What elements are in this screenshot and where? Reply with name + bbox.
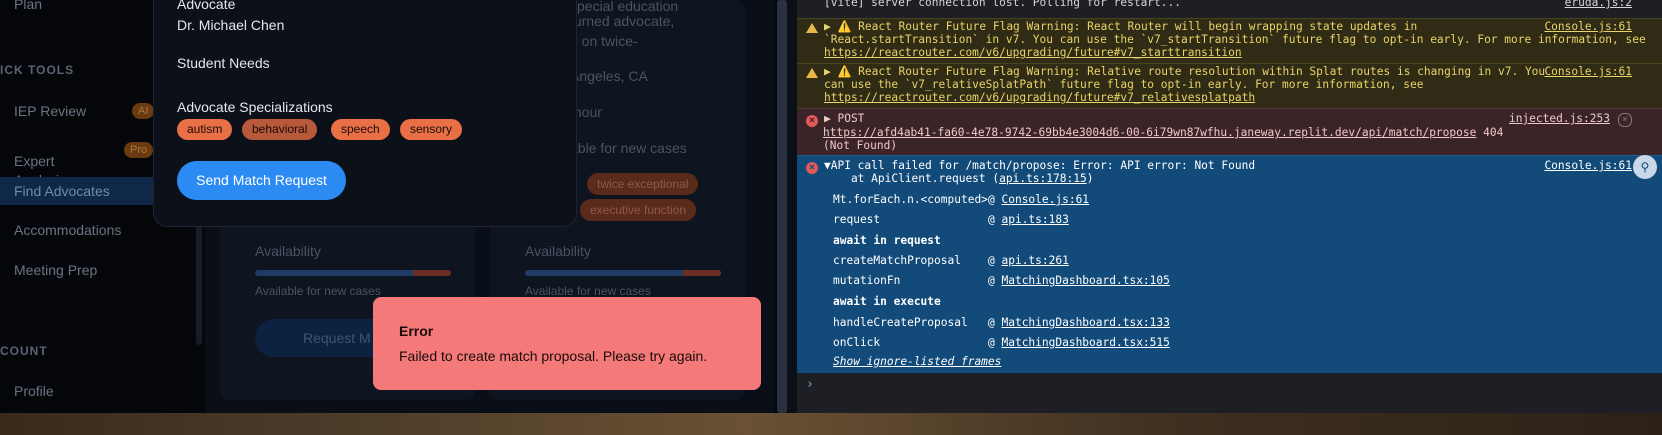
availability-note-left: Available for new cases xyxy=(255,284,381,298)
docs-link[interactable]: https://reactrouter.com/v6/upgrading/fut… xyxy=(824,46,1242,59)
stack-async-label: await in execute xyxy=(833,295,941,308)
specialization-tag: autism xyxy=(177,119,233,140)
stack-frame-link[interactable]: MatchingDashboard.tsx:133 xyxy=(1001,316,1169,329)
specialization-tag: executive function xyxy=(580,199,697,221)
source-link[interactable]: injected.js:253 xyxy=(1509,112,1610,125)
stack-frame-fn: mutationFn xyxy=(833,274,901,287)
source-link[interactable]: eruda.js:2 xyxy=(1565,0,1632,9)
request-match-label: Request M xyxy=(303,330,371,346)
stack-prefix: at ApiClient.request ( xyxy=(824,172,1000,185)
stack-frame-link[interactable]: api.ts:261 xyxy=(1001,254,1068,267)
ai-badge: AI xyxy=(132,103,155,119)
advocate-label: Advocate xyxy=(177,0,236,12)
stack-frame-fn: createMatchProposal xyxy=(833,254,961,267)
desktop-wallpaper-strip xyxy=(0,413,1662,435)
specialization-tag: sensory xyxy=(400,119,463,140)
stack-source-link[interactable]: api.ts:178:15 xyxy=(999,172,1087,185)
sidebar-item-plan[interactable]: Plan xyxy=(14,0,42,12)
sidebar-item-profile[interactable]: Profile xyxy=(14,383,54,399)
card-description: turned advocate, xyxy=(570,13,675,29)
warning-icon xyxy=(806,23,818,33)
stack-frame-fn: onClick xyxy=(833,336,881,349)
console-warning-row[interactable]: ▶ ⚠️ React Router Future Flag Warning: R… xyxy=(797,18,1662,63)
console-error-row[interactable]: × ▶ POST https://afd4ab41-fa60-4e78-9742… xyxy=(797,108,1662,155)
source-link[interactable]: Console.js:61 xyxy=(1544,159,1632,172)
docs-link[interactable]: https://reactrouter.com/v6/upgrading/fut… xyxy=(824,91,1255,104)
request-url[interactable]: https://afd4ab41-fa60-4e78-9742-69bb4e30… xyxy=(823,126,1476,139)
source-link[interactable]: Console.js:61 xyxy=(1544,65,1632,78)
panel-divider[interactable] xyxy=(777,0,787,413)
specialization-tag: behavioral xyxy=(242,119,318,140)
sidebar-item-label: Accommodations xyxy=(14,222,122,238)
sidebar-item-label: IEP Review xyxy=(14,103,87,119)
student-needs-label: Student Needs xyxy=(177,55,270,71)
status-text: (Not Found) xyxy=(823,139,898,152)
stack-frame-fn: Mt.forEach.n.<computed> xyxy=(833,193,988,206)
devtools-console: [vite] server connection lost. Polling f… xyxy=(797,0,1662,413)
stack-frame-link[interactable]: Console.js:61 xyxy=(1001,193,1089,206)
account-heading: COUNT xyxy=(0,344,48,358)
show-ignored-frames-link[interactable]: Show ignore-listed frames xyxy=(833,355,1001,368)
specializations-label: Advocate Specializations xyxy=(177,99,333,115)
toast-message: Failed to create match proposal. Please … xyxy=(399,348,708,364)
card-description: special education xyxy=(570,0,679,14)
warning-message: ▶ ⚠️ React Router Future Flag Warning: R… xyxy=(824,65,1546,78)
toast-title: Error xyxy=(399,323,434,339)
availability-bar-left xyxy=(255,270,451,276)
stack-suffix: ) xyxy=(1086,172,1094,185)
stack-frame-fn: handleCreateProposal xyxy=(833,316,968,329)
sidebar-item-label: Meeting Prep xyxy=(14,262,98,278)
sidebar-item-meeting-prep[interactable]: Meeting Prep xyxy=(14,262,97,278)
stack-frame-fn: request xyxy=(833,213,881,226)
console-log-row: [vite] server connection lost. Polling f… xyxy=(797,0,1662,18)
specialization-tag: speech xyxy=(331,119,390,140)
specialization-tag: twice exceptional xyxy=(587,173,699,195)
error-message: ▼API call failed for /match/propose: Err… xyxy=(824,159,1256,172)
warning-icon xyxy=(806,68,818,78)
availability-note-right: Available for new cases xyxy=(525,284,651,298)
warning-message: can use the `v7_relativeSplatPath` futur… xyxy=(824,78,1424,91)
log-message: [vite] server connection lost. Polling f… xyxy=(824,0,1181,9)
console-error-row-selected[interactable]: × ▼API call failed for /match/propose: E… xyxy=(797,155,1662,373)
status-code: 404 xyxy=(1483,126,1504,139)
warning-message: ▶ ⚠️ React Router Future Flag Warning: R… xyxy=(824,20,1418,33)
pro-badge: Pro xyxy=(124,142,154,158)
app-window: Plan ICK TOOLS IEP Review AI Expert Anal… xyxy=(0,0,780,413)
error-icon: × xyxy=(806,115,818,127)
availability-label-right: Availability xyxy=(525,243,591,259)
card-location: Angeles, CA xyxy=(570,68,648,84)
advocate-name: Dr. Michael Chen xyxy=(177,17,285,33)
console-prompt[interactable]: › xyxy=(806,377,814,392)
stack-frame-link[interactable]: api.ts:183 xyxy=(1001,213,1068,226)
error-toast: Error Failed to create match proposal. P… xyxy=(373,297,761,390)
inspect-icon[interactable]: ⚲ xyxy=(1633,155,1657,179)
availability-label-left: Availability xyxy=(255,243,321,259)
sidebar-item-iep-review[interactable]: IEP Review xyxy=(14,103,86,119)
card-description: g on twice- xyxy=(570,33,638,49)
quick-tools-heading: ICK TOOLS xyxy=(0,63,75,77)
stack-async-label: await in request xyxy=(833,234,941,247)
stack-frame-link[interactable]: MatchingDashboard.tsx:105 xyxy=(1001,274,1169,287)
send-match-request-button[interactable]: Send Match Request xyxy=(177,161,346,200)
source-link[interactable]: Console.js:61 xyxy=(1544,20,1632,33)
stack-frame-link[interactable]: MatchingDashboard.tsx:515 xyxy=(1001,336,1169,349)
error-icon: × xyxy=(806,162,818,174)
network-icon[interactable]: ⌘ xyxy=(1618,113,1632,127)
sidebar-item-label: Find Advocates xyxy=(14,183,110,199)
match-request-modal: Advocate Dr. Michael Chen Student Needs … xyxy=(153,0,577,227)
sidebar-item-accommodations[interactable]: Accommodations xyxy=(14,222,121,238)
console-warning-row[interactable]: ▶ ⚠️ React Router Future Flag Warning: R… xyxy=(797,63,1662,108)
request-method: ▶ POST xyxy=(824,112,865,125)
card-availability-status: able for new cases xyxy=(570,140,687,156)
availability-bar-right xyxy=(525,270,721,276)
warning-message: `React.startTransition` in v7. You can u… xyxy=(824,33,1646,46)
